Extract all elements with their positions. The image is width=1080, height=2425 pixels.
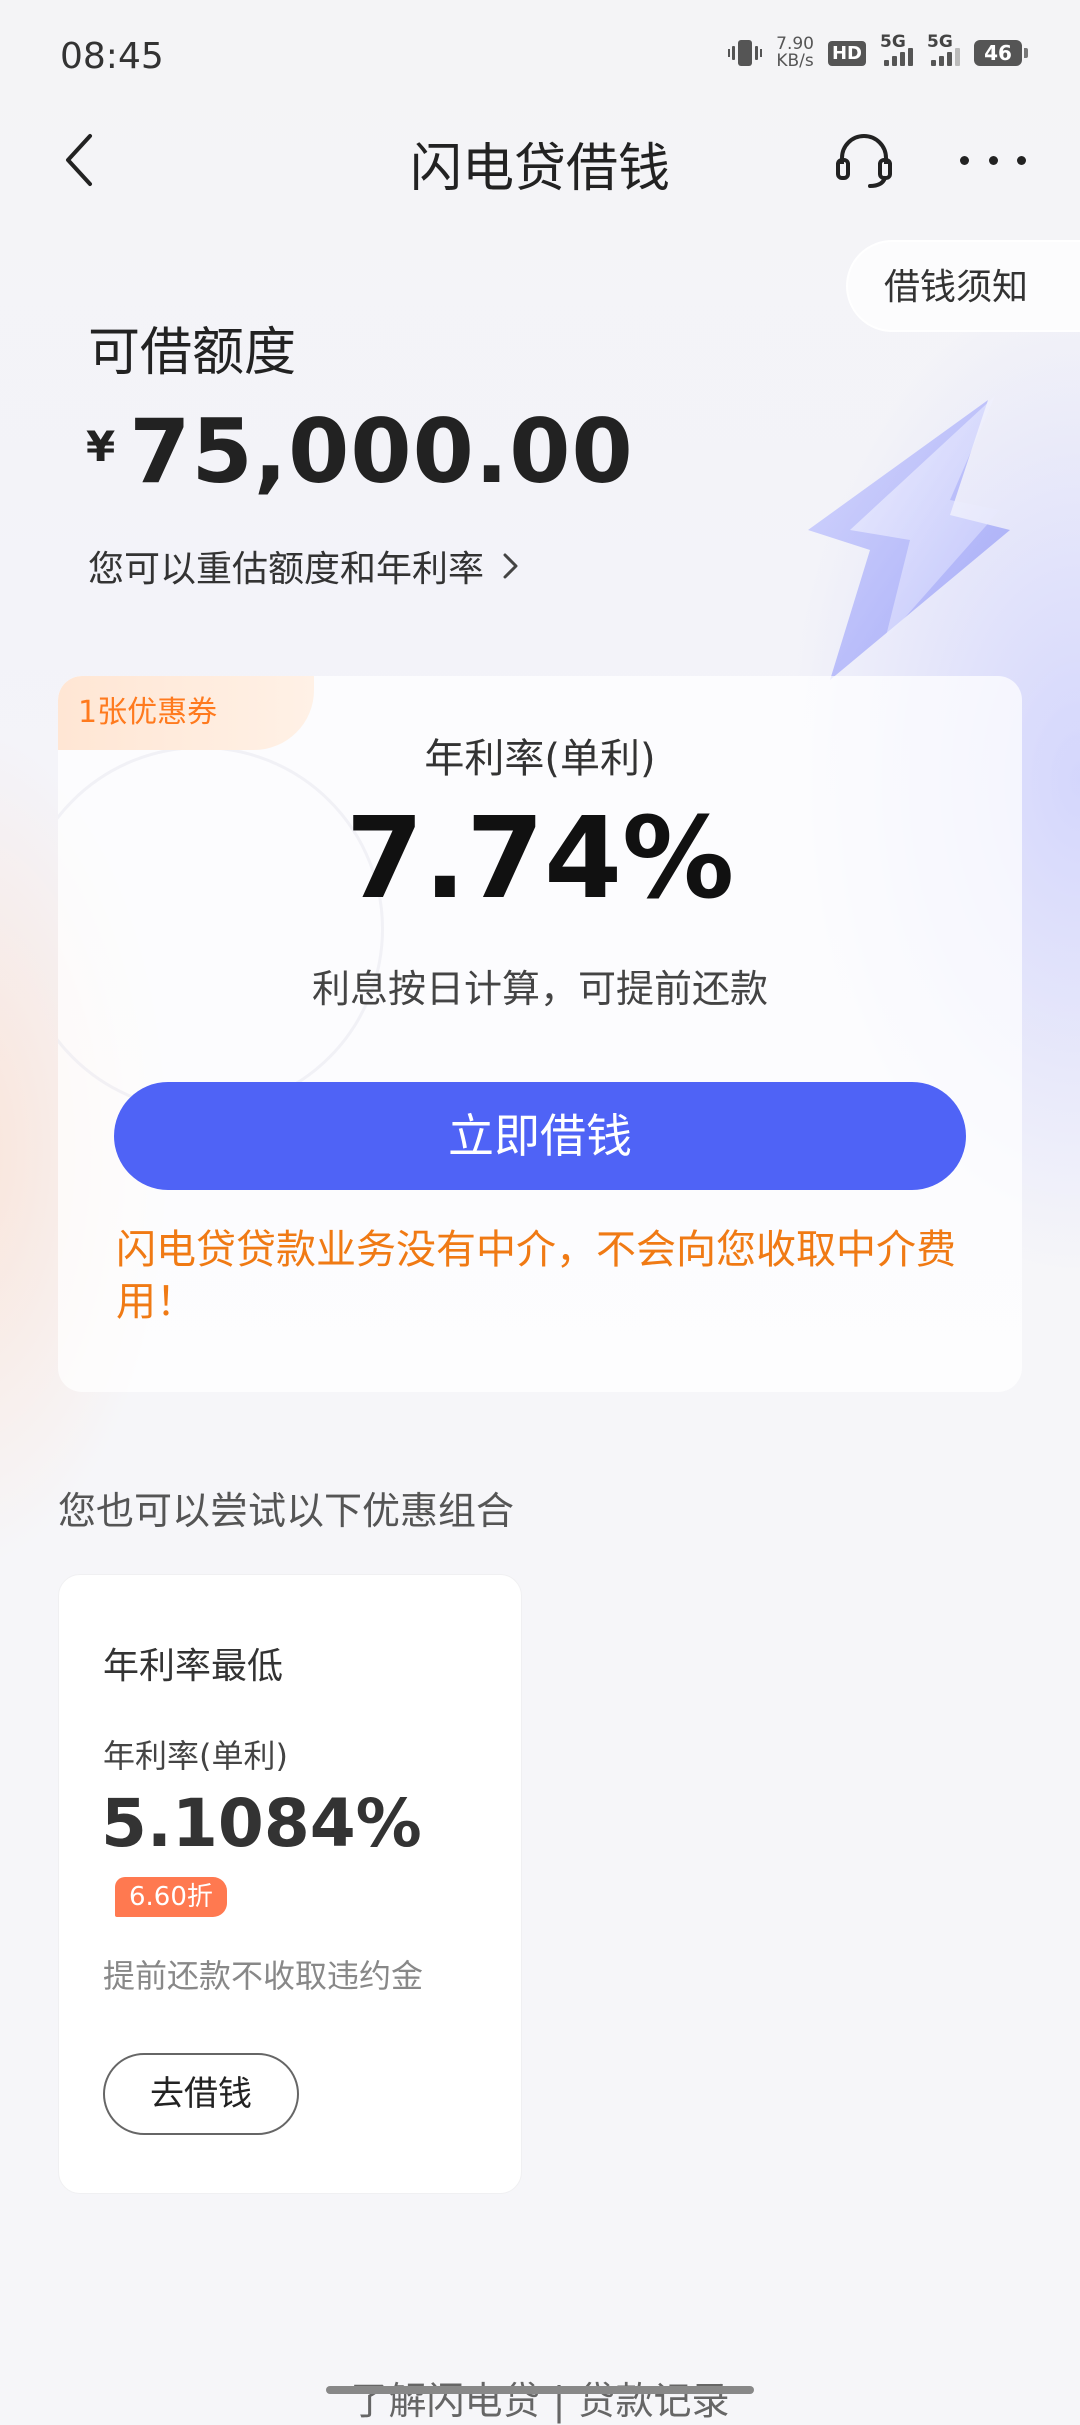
loan-offer-card: 1张优惠券 年利率(单利) 7.74% 利息按日计算，可提前还款 立即借钱 闪电… xyxy=(58,676,1022,1392)
footer-links[interactable]: 了解闪电贷 | 贷款记录 xyxy=(0,2370,1080,2425)
sim1-signal-icon: 5G xyxy=(880,32,913,66)
status-time: 08:45 xyxy=(60,36,164,77)
quota-amount-value: 75,000.00 xyxy=(129,400,634,503)
combo-rate-value: 5.1084% xyxy=(101,1785,422,1862)
headset-icon[interactable] xyxy=(832,128,896,192)
dot xyxy=(960,155,969,165)
combo-rate-label: 年利率(单利) xyxy=(103,1737,288,1775)
currency-symbol: ¥ xyxy=(86,422,116,471)
home-indicator[interactable] xyxy=(326,2386,754,2394)
sim2-signal-icon: 5G xyxy=(927,32,960,66)
discount-badge: 6.60折 xyxy=(115,1877,227,1917)
annual-rate-value: 7.74% xyxy=(345,794,735,924)
combo-name: 年利率最低 xyxy=(103,1646,284,1687)
battery-icon: 46 xyxy=(974,40,1028,66)
vibrate-icon xyxy=(728,40,763,66)
more-dots-icon[interactable] xyxy=(960,140,1026,180)
loan-notice-button[interactable]: 借钱须知 xyxy=(846,240,1080,332)
screen: 08:45 7.90 KB/s HD 5G 5G 46 闪电贷借钱 借钱须知 可… xyxy=(0,0,1080,2423)
quota-label: 可借额度 xyxy=(88,323,297,383)
page-title: 闪电贷借钱 xyxy=(409,139,670,199)
sim1-label: 5G xyxy=(880,32,906,52)
go-borrow-button[interactable]: 去借钱 xyxy=(103,2053,299,2135)
combo-section-title: 您也可以尝试以下优惠组合 xyxy=(58,1489,515,1533)
dot xyxy=(988,155,998,165)
dot xyxy=(1017,155,1026,165)
sim2-label: 5G xyxy=(927,32,953,52)
reassess-text: 您可以重估额度和年利率 xyxy=(88,549,485,590)
borrow-now-button[interactable]: 立即借钱 xyxy=(114,1082,966,1190)
rate-description: 利息按日计算，可提前还款 xyxy=(311,967,768,1011)
no-agent-warning: 闪电贷贷款业务没有中介，不会向您收取中介费用！ xyxy=(116,1227,956,1325)
status-icons: 7.90 KB/s HD 5G 5G 46 xyxy=(728,32,1028,70)
quota-amount: ¥ 75,000.00 xyxy=(86,400,634,503)
hd-icon: HD xyxy=(827,40,866,66)
net-speed-unit: KB/s xyxy=(776,51,814,71)
lightning-illustration-icon xyxy=(808,396,1010,680)
reassess-link[interactable]: 您可以重估额度和年利率 xyxy=(88,540,520,592)
combo-note: 提前还款不收取违约金 xyxy=(103,1957,424,1995)
net-speed: 7.90 KB/s xyxy=(776,36,814,70)
combo-card[interactable]: 年利率最低 年利率(单利) 5.1084% 6.60折 提前还款不收取违约金 去… xyxy=(58,1574,522,2194)
chevron-right-icon xyxy=(503,553,518,579)
annual-rate-label: 年利率(单利) xyxy=(424,736,656,782)
